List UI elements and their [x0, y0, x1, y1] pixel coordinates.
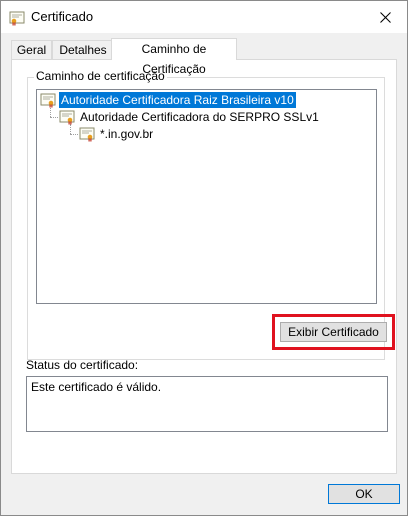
certification-path-group: Caminho de certificação Autoridade Certi… — [27, 69, 395, 360]
close-icon — [379, 11, 391, 23]
tab-caminho-de-certificacao[interactable]: Caminho de Certificação — [111, 38, 237, 76]
ok-button[interactable]: OK — [328, 484, 400, 504]
certificate-icon — [59, 110, 75, 125]
certificate-icon — [40, 93, 56, 108]
view-certificate-button[interactable]: Exibir Certificado — [280, 322, 387, 342]
tab-detalhes[interactable]: Detalhes — [52, 40, 114, 59]
tree-item-leaf-cert[interactable]: *.in.gov.br — [79, 126, 155, 142]
certificate-dialog: Certificado Geral Detalhes Caminho de Ce… — [0, 0, 408, 516]
certificate-status-text: Este certificado é válido. — [31, 380, 162, 394]
tree-item-intermediate-ca[interactable]: Autoridade Certificadora do SERPRO SSLv1 — [59, 109, 321, 125]
tree-connector — [70, 124, 71, 134]
certificate-tree[interactable]: Autoridade Certificadora Raiz Brasileira… — [36, 89, 377, 304]
tree-connector — [50, 108, 51, 117]
certificate-icon — [9, 11, 25, 26]
tree-connector — [50, 117, 58, 118]
tree-item-label: Autoridade Certificadora Raiz Brasileira… — [59, 92, 296, 108]
certificate-icon — [79, 127, 95, 142]
tree-item-label: *.in.gov.br — [100, 127, 154, 141]
window-title: Certificado — [31, 9, 94, 24]
tree-item-label: Autoridade Certificadora do SERPRO SSLv1 — [80, 110, 319, 124]
certificate-status-label: Status do certificado: — [26, 358, 139, 372]
tree-item-root-ca[interactable]: Autoridade Certificadora Raiz Brasileira… — [40, 92, 296, 108]
tab-panel: Caminho de certificação Autoridade Certi… — [11, 59, 397, 474]
title-bar: Certificado — [1, 1, 407, 33]
tree-connector — [70, 134, 78, 135]
certificate-status-box: Este certificado é válido. — [26, 376, 388, 432]
close-button[interactable] — [363, 1, 407, 33]
tab-geral[interactable]: Geral — [11, 40, 52, 59]
highlight-annotation: Exibir Certificado — [272, 314, 395, 350]
